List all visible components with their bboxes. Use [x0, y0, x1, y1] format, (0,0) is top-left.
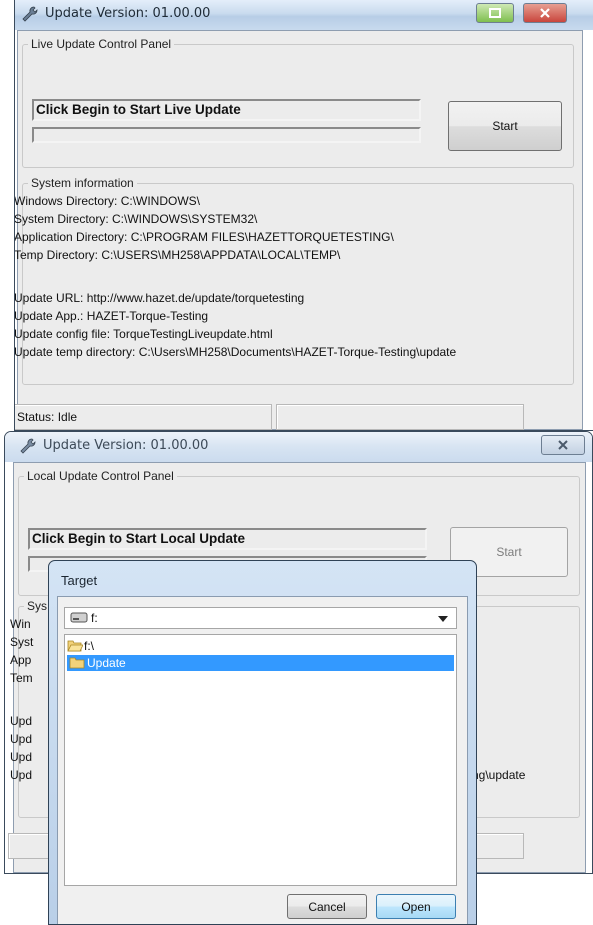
status-text: Status: Idle: [17, 410, 78, 424]
wrench-icon: [22, 6, 38, 22]
application-directory: App: [10, 653, 32, 667]
close-icon: [558, 440, 568, 450]
update-temp-directory-tail: ng\update: [472, 768, 526, 782]
sysinfo-title: Sys: [24, 599, 51, 613]
status-field: Status: Idle: [15, 404, 272, 430]
close-icon: [540, 8, 550, 18]
message-box: Click Begin to Start Local Update: [28, 528, 427, 550]
local-update-titlebar[interactable]: Update Version: 01.00.00: [5, 432, 592, 462]
control-panel-title: Local Update Control Panel: [24, 469, 177, 483]
update-message: Click Begin to Start Local Update: [32, 531, 246, 546]
tree-item-label: f:\: [84, 639, 95, 653]
open-button[interactable]: Open: [376, 894, 456, 919]
window-title: Update Version: 01.00.00: [43, 438, 209, 453]
dialog-body: f: f:\ Update Cancel Open: [57, 596, 468, 924]
update-url: Update URL: http://www.hazet.de/update/t…: [14, 291, 305, 305]
drive-select[interactable]: f:: [64, 607, 457, 629]
windows-directory: Windows Directory: C:\WINDOWS\: [14, 194, 201, 208]
live-update-body: Live Update Control Panel Click Begin to…: [14, 30, 583, 430]
window-title: Update Version: 01.00.00: [45, 6, 211, 21]
maximize-icon: [489, 8, 501, 18]
windows-directory: Win: [10, 617, 31, 631]
temp-directory: Temp Directory: C:\USERS\MH258\APPDATA\L…: [14, 248, 341, 262]
update-url: Upd: [10, 714, 33, 728]
temp-directory: Tem: [10, 671, 33, 685]
drive-icon: [70, 612, 88, 623]
update-temp-directory: Update temp directory: C:\Users\MH258\Do…: [14, 345, 457, 359]
cancel-button[interactable]: Cancel: [287, 894, 367, 919]
close-button[interactable]: [523, 3, 567, 23]
progress-bar: [32, 127, 421, 143]
maximize-button[interactable]: [476, 3, 514, 23]
update-message: Click Begin to Start Live Update: [36, 102, 241, 117]
drive-value: f:: [91, 611, 98, 625]
target-dialog: Target f: f:\ Update Cancel Open: [48, 560, 477, 925]
message-box: Click Begin to Start Live Update: [32, 99, 421, 121]
close-button[interactable]: [541, 435, 585, 455]
status-field-secondary: [276, 404, 524, 430]
tree-item-update[interactable]: Update: [67, 655, 454, 671]
system-directory: System Directory: C:\WINDOWS\SYSTEM32\: [14, 212, 258, 226]
start-button[interactable]: Start: [448, 101, 562, 151]
control-panel-title: Live Update Control Panel: [28, 37, 175, 51]
sysinfo-title: System information: [28, 176, 137, 190]
wrench-icon: [20, 438, 36, 454]
folder-tree[interactable]: f:\ Update: [64, 634, 457, 886]
application-directory: Application Directory: C:\PROGRAM FILES\…: [14, 230, 394, 244]
update-app: Upd: [10, 732, 33, 746]
dialog-title: Target: [61, 573, 98, 588]
live-update-titlebar[interactable]: Update Version: 01.00.00: [15, 0, 593, 30]
update-config-file: Update config file: TorqueTestingLiveupd…: [14, 327, 273, 341]
update-temp-directory: Upd: [10, 768, 33, 782]
folder-icon: [69, 657, 85, 669]
update-app: Update App.: HAZET-Torque-Testing: [14, 309, 209, 323]
update-config-file: Upd: [10, 750, 33, 764]
live-update-window: Update Version: 01.00.00 Live Update Con…: [14, 0, 593, 431]
tree-item-label: Update: [87, 656, 126, 670]
open-folder-icon: [67, 640, 83, 652]
tree-item-root[interactable]: f:\: [67, 638, 267, 654]
system-directory: Syst: [10, 635, 34, 649]
chevron-down-icon[interactable]: [438, 616, 448, 622]
